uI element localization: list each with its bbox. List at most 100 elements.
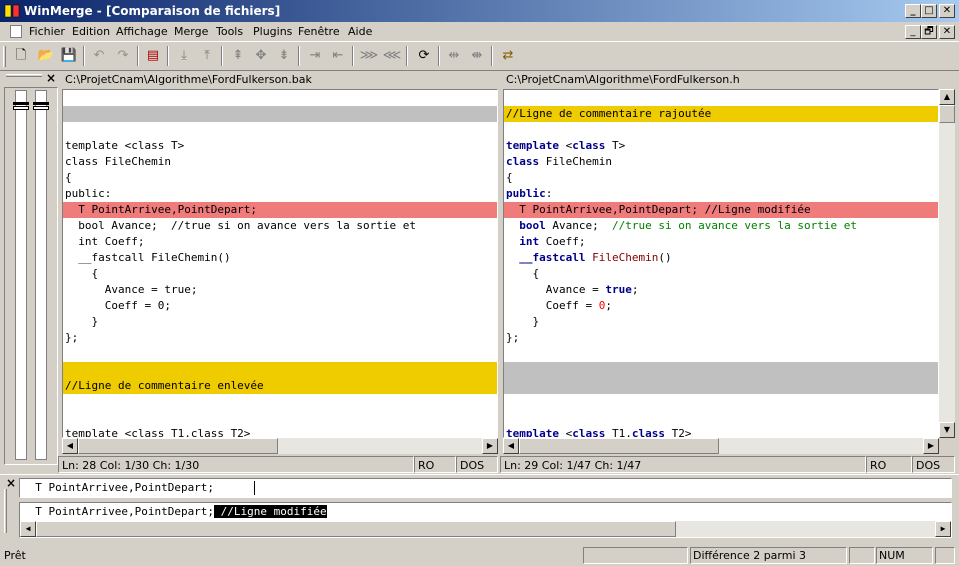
menu-fichier[interactable]: Fichier [29, 25, 65, 38]
copy-right-icon[interactable]: ⇥ [304, 45, 326, 67]
toolbar-separator [491, 46, 493, 66]
detail-pane-close-icon[interactable]: × [6, 476, 16, 490]
next-diff-icon[interactable]: ⤓ [173, 45, 195, 67]
title-bar: WinMerge - [Comparaison de fichiers] _ □… [0, 0, 959, 22]
scroll-left-arrow-icon[interactable]: ◀ [503, 438, 519, 454]
save-icon[interactable]: 💾 [58, 45, 80, 67]
redo-icon[interactable]: ↷ [112, 45, 134, 67]
doc-close-button[interactable]: ✕ [939, 25, 955, 39]
menu-affichage[interactable]: Affichage [116, 25, 168, 38]
merge-icon[interactable]: ⇼ [466, 45, 488, 67]
left-hscrollbar[interactable]: ◀ ▶ [62, 438, 498, 454]
close-button[interactable]: ✕ [939, 4, 955, 18]
code-comment: //Ligne de commentaire rajoutée [506, 107, 712, 120]
refresh-icon[interactable]: ⟳ [413, 45, 435, 67]
winmerge-app-icon[interactable] [4, 3, 20, 19]
location-viewport-right[interactable] [33, 106, 49, 110]
menu-plugins[interactable]: Plugins [253, 25, 292, 38]
current-diff-icon[interactable]: ✥ [250, 45, 272, 67]
right-editor[interactable]: //Ligne de commentaire rajoutée template… [503, 89, 939, 438]
code-line: public: [65, 187, 112, 200]
code-line-blank-block [504, 362, 938, 394]
prev-diff-icon[interactable]: ⤒ [196, 45, 218, 67]
zoom-icon[interactable]: ⇹ [443, 45, 465, 67]
location-map[interactable] [4, 87, 58, 465]
code-line: template <class T> [65, 139, 185, 152]
status-caps-panel [849, 547, 875, 564]
code-line-changed: T PointArrivee,PointDepart; [63, 202, 497, 218]
new-icon[interactable]: 🗋 [10, 45, 32, 67]
first-diff-icon[interactable]: ⇞ [227, 45, 249, 67]
scroll-left-arrow-icon[interactable]: ◀ [20, 521, 36, 537]
code-line: template <class T1,class T2> [506, 427, 692, 438]
right-hscroll-thumb[interactable] [519, 438, 719, 454]
scroll-down-arrow-icon[interactable]: ▼ [939, 422, 955, 438]
detail-left-line[interactable]: T PointArrivee,PointDepart; [19, 478, 952, 498]
detail-right-text: T PointArrivee,PointDepart; //Ligne modi… [20, 504, 327, 520]
right-vscrollbar[interactable]: ▲ ▼ [939, 89, 955, 438]
code-line-removed: //Ligne de commentaire enlevée [65, 379, 264, 392]
detail-right-line[interactable]: T PointArrivee,PointDepart; //Ligne modi… [19, 502, 952, 538]
toolbar-separator [167, 46, 169, 66]
menu-aide[interactable]: Aide [348, 25, 372, 38]
code-line: class FileChemin [506, 155, 612, 168]
swap-icon[interactable]: ⇄ [497, 45, 519, 67]
status-empty-panel [583, 547, 688, 564]
scroll-right-arrow-icon[interactable]: ▶ [923, 438, 939, 454]
toolbar: 🗋 📂 💾 ↶ ↷ ▤ ⤓ ⤒ ⇞ ✥ ⇟ ⇥ ⇤ ⋙ ⋘ ⟳ ⇹ ⇼ ⇄ [0, 41, 959, 71]
status-num-lock: NUM [876, 547, 933, 564]
detail-left-text: T PointArrivee,PointDepart; [22, 481, 215, 494]
left-hscroll-thumb[interactable] [78, 438, 278, 454]
toolbar-separator [406, 46, 408, 66]
copy-left-icon[interactable]: ⇤ [327, 45, 349, 67]
toolbar-grip[interactable] [3, 46, 6, 67]
menu-fenetre[interactable]: Fenêtre [298, 25, 340, 38]
toolbar-separator [137, 46, 139, 66]
scroll-right-arrow-icon[interactable]: ▶ [935, 521, 951, 537]
location-pane-grip[interactable] [6, 74, 42, 77]
code-line: } [506, 315, 540, 328]
maximize-button[interactable]: □ [921, 4, 937, 18]
location-marker-left [13, 102, 29, 105]
left-editor[interactable]: template <class T> class FileChemin { pu… [62, 89, 498, 438]
all-left-icon[interactable]: ⋘ [381, 45, 403, 67]
location-marker-right [33, 102, 49, 105]
scroll-right-arrow-icon[interactable]: ▶ [482, 438, 498, 454]
open-icon[interactable]: 📂 [35, 45, 57, 67]
code-line: Coeff = 0; [65, 299, 171, 312]
doc-restore-button[interactable]: 🗗 [921, 25, 937, 39]
location-viewport-left[interactable] [13, 106, 29, 110]
undo-icon[interactable]: ↶ [88, 45, 110, 67]
menu-tools[interactable]: Tools [216, 25, 243, 38]
right-file-path: C:\ProjetCnam\Algorithme\FordFulkerson.h [506, 73, 740, 86]
options-icon[interactable]: ▤ [142, 45, 164, 67]
menu-edition[interactable]: Edition [72, 25, 110, 38]
location-pane: × [0, 71, 62, 471]
status-ready: Prêt [4, 549, 26, 562]
location-bar-right[interactable] [35, 90, 47, 460]
doc-minimize-button[interactable]: _ [905, 25, 921, 39]
code-line: { [506, 267, 540, 280]
scroll-up-arrow-icon[interactable]: ▲ [939, 89, 955, 105]
detail-hscrollbar[interactable]: ◀ ▶ [20, 521, 951, 537]
document-icon[interactable] [10, 25, 22, 38]
right-hscrollbar[interactable]: ◀ ▶ [503, 438, 939, 454]
last-diff-icon[interactable]: ⇟ [273, 45, 295, 67]
right-vscroll-thumb[interactable] [939, 105, 955, 123]
window-title: WinMerge - [Comparaison de fichiers] [24, 4, 281, 18]
all-right-icon[interactable]: ⋙ [358, 45, 380, 67]
code-line: }; [65, 331, 79, 344]
main-status-bar: Prêt Différence 2 parmi 3 NUM [0, 545, 959, 566]
detail-pane-grip[interactable] [4, 489, 7, 533]
scroll-left-arrow-icon[interactable]: ◀ [62, 438, 78, 454]
detail-hscroll-thumb[interactable] [36, 521, 676, 537]
left-file-path: C:\ProjetCnam\Algorithme\FordFulkerson.b… [65, 73, 312, 86]
code-line: Avance = true; [65, 283, 198, 296]
toolbar-separator [438, 46, 440, 66]
minimize-button[interactable]: _ [905, 4, 921, 18]
location-pane-close-icon[interactable]: × [46, 71, 56, 85]
location-bar-left[interactable] [15, 90, 27, 460]
left-cursor-position: Ln: 28 Col: 1/30 Ch: 1/30 [58, 456, 414, 473]
menu-merge[interactable]: Merge [174, 25, 208, 38]
code-line: Avance = true; [506, 283, 639, 296]
